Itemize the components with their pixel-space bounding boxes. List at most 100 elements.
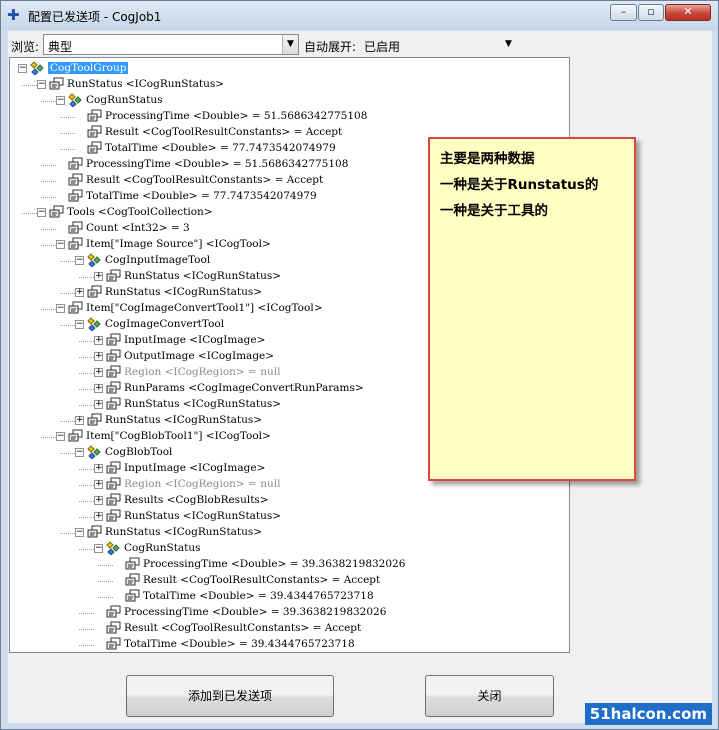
expand-icon[interactable]: + — [94, 352, 103, 361]
collapse-icon[interactable]: − — [75, 528, 84, 537]
collapse-icon[interactable]: − — [37, 80, 46, 89]
tree-node-label: CogInputImageTool — [105, 254, 211, 266]
expand-icon[interactable]: + — [94, 512, 103, 521]
collapse-icon[interactable]: − — [56, 432, 65, 441]
property-icon — [125, 589, 140, 603]
expand-icon[interactable]: + — [75, 288, 84, 297]
collapse-icon[interactable]: − — [37, 208, 46, 217]
expand-icon[interactable]: + — [94, 480, 103, 489]
tree-node-label: TotalTime <Double> = 39.4344765723718 — [143, 590, 374, 602]
tree-node[interactable]: − CogToolGroup — [10, 61, 569, 77]
tree-node-label: ProcessingTime <Double> = 51.56863427751… — [105, 110, 368, 122]
chevron-down-icon[interactable]: ▼ — [501, 35, 516, 54]
add-to-sent-button[interactable]: 添加到已发送项 — [126, 675, 334, 717]
minimize-button[interactable]: – — [610, 4, 637, 21]
tool-group-icon — [106, 541, 121, 556]
collapse-icon[interactable]: − — [56, 304, 65, 313]
tree-node-label: Item["Image Source"] <ICogTool> — [86, 238, 271, 250]
app-icon: ✚ — [7, 6, 20, 24]
tree-node-label: RunStatus <ICogRunStatus> — [105, 414, 263, 426]
property-icon — [68, 157, 83, 171]
property-icon — [106, 397, 121, 411]
tree-node-label: RunStatus <ICogRunStatus> — [105, 286, 263, 298]
expand-icon[interactable]: + — [94, 464, 103, 473]
note-line: 一种是关于Runstatus的 — [440, 177, 599, 193]
collapse-icon[interactable]: − — [75, 320, 84, 329]
tree-node[interactable]: ProcessingTime <Double> = 39.36382198320… — [10, 557, 569, 573]
tree-node[interactable]: Result <CogToolResultConstants> = Accept — [10, 573, 569, 589]
collapse-icon[interactable]: − — [18, 64, 27, 73]
property-icon — [106, 381, 121, 395]
close-button[interactable]: 关闭 — [425, 675, 554, 717]
property-icon — [68, 173, 83, 187]
property-icon — [49, 205, 64, 219]
expand-icon[interactable]: + — [75, 416, 84, 425]
property-icon — [106, 461, 121, 475]
collapse-icon[interactable]: − — [56, 240, 65, 249]
tree-node[interactable]: + RunStatus <ICogRunStatus> — [10, 509, 569, 525]
browse-label: 浏览: — [11, 40, 40, 54]
tree-node[interactable]: Result <CogToolResultConstants> = Accept — [10, 621, 569, 637]
tree-node-label: Result <CogToolResultConstants> = Accept — [124, 622, 362, 634]
auto-expand-combo[interactable]: 已启用 ▼ — [359, 34, 517, 55]
note-line: 主要是两种数据 — [440, 151, 535, 167]
tree-node-label: ProcessingTime <Double> = 39.36382198320… — [124, 606, 387, 618]
tree-node[interactable]: ProcessingTime <Double> = 51.56863427751… — [10, 109, 569, 125]
tree-node-label: RunStatus <ICogRunStatus> — [124, 398, 282, 410]
expand-icon[interactable]: + — [94, 496, 103, 505]
property-icon — [68, 301, 83, 315]
tree-node-label: CogImageConvertTool — [105, 318, 225, 330]
maximize-button[interactable]: ▫ — [638, 4, 664, 21]
property-icon — [106, 509, 121, 523]
tree-node[interactable]: TotalTime <Double> = 39.4344765723718 — [10, 637, 569, 652]
chevron-down-icon[interactable]: ▼ — [282, 35, 298, 54]
tree-node[interactable]: − RunStatus <ICogRunStatus> — [10, 525, 569, 541]
tree-node-label: RunStatus <ICogRunStatus> — [124, 270, 282, 282]
auto-expand-value: 已启用 — [364, 40, 401, 54]
tree-node[interactable]: − RunStatus <ICogRunStatus> — [10, 77, 569, 93]
expand-icon[interactable]: + — [94, 336, 103, 345]
tree-node[interactable]: TotalTime <Double> = 39.4344765723718 — [10, 589, 569, 605]
browse-combo[interactable]: 典型 ▼ — [43, 34, 299, 55]
property-icon — [68, 221, 83, 235]
tree-node-label: RunParams <CogImageConvertRunParams> — [124, 382, 364, 394]
tree-node-label: Count <Int32> = 3 — [86, 222, 190, 234]
tree-node-label: Result <CogToolResultConstants> = Accept — [86, 174, 324, 186]
tree-node-label: Result <CogToolResultConstants> = Accept — [105, 126, 343, 138]
tree-node[interactable]: + Results <CogBlobResults> — [10, 493, 569, 509]
tree-node-label: Region <ICogRegion> = null — [124, 478, 281, 490]
collapse-icon[interactable]: − — [75, 448, 84, 457]
property-icon — [106, 349, 121, 363]
expand-icon[interactable]: + — [94, 400, 103, 409]
tree-node-label: OutputImage <ICogImage> — [124, 350, 275, 362]
expand-icon[interactable]: + — [94, 384, 103, 393]
property-icon — [106, 621, 121, 635]
collapse-icon[interactable]: − — [94, 544, 103, 553]
property-icon — [87, 141, 102, 155]
tree-node[interactable]: − CogRunStatus — [10, 93, 569, 109]
tree-node-label: CogRunStatus — [86, 94, 163, 106]
title-bar[interactable]: ✚ 配置已发送项 - CogJob1 – ▫ ✕ — [1, 1, 718, 30]
property-icon — [106, 637, 121, 651]
tree-node-label: CogRunStatus — [124, 542, 201, 554]
property-icon — [68, 429, 83, 443]
tree-node-label: ProcessingTime <Double> = 39.36382198320… — [143, 558, 406, 570]
property-icon — [87, 525, 102, 539]
annotation-note: 主要是两种数据 一种是关于Runstatus的 一种是关于工具的 — [428, 137, 636, 481]
property-icon — [106, 333, 121, 347]
tree-node-label: Tools <CogToolCollection> — [67, 206, 213, 218]
collapse-icon[interactable]: − — [56, 96, 65, 105]
property-icon — [68, 237, 83, 251]
expand-icon[interactable]: + — [94, 272, 103, 281]
tree-node-label: InputImage <ICogImage> — [124, 334, 266, 346]
expand-icon[interactable]: + — [94, 368, 103, 377]
tree-node-label: RunStatus <ICogRunStatus> — [124, 510, 282, 522]
tree-node[interactable]: − CogRunStatus — [10, 541, 569, 557]
property-icon — [106, 269, 121, 283]
tree-node-label: Item["CogBlobTool1"] <ICogTool> — [86, 430, 271, 442]
tree-node-label: RunStatus <ICogRunStatus> — [67, 78, 225, 90]
collapse-icon[interactable]: − — [75, 256, 84, 265]
tree-node-label: ProcessingTime <Double> = 51.56863427751… — [86, 158, 349, 170]
tree-node[interactable]: ProcessingTime <Double> = 39.36382198320… — [10, 605, 569, 621]
close-window-button[interactable]: ✕ — [665, 4, 711, 21]
